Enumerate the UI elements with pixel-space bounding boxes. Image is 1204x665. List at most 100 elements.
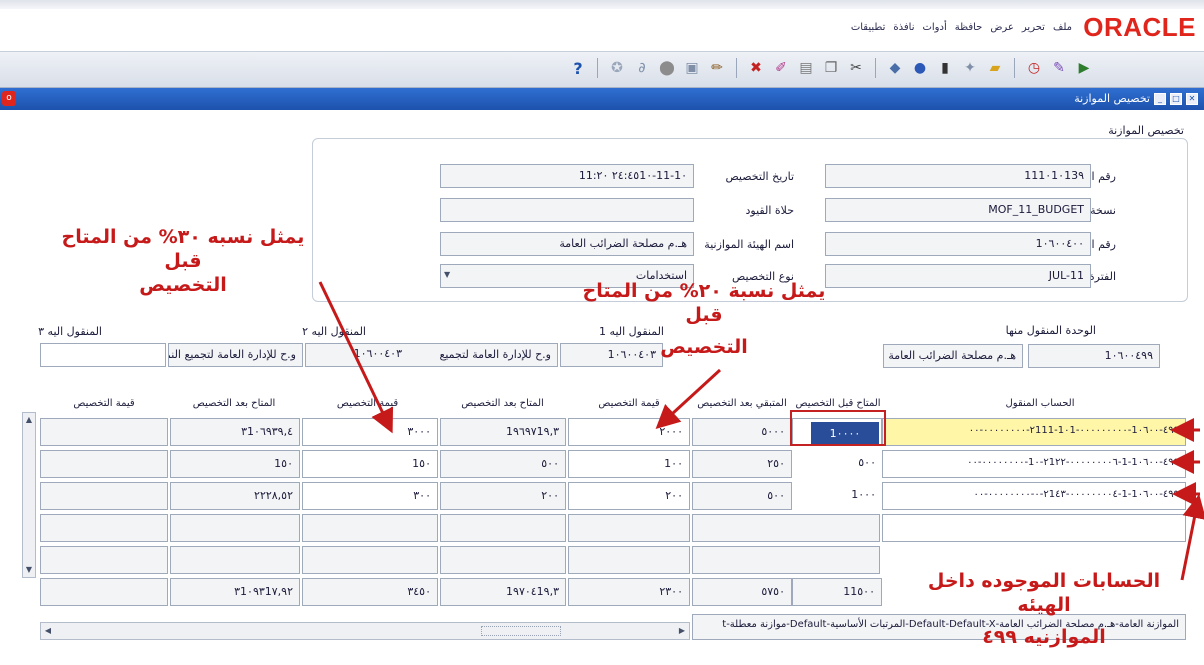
toolbar-separator xyxy=(736,58,737,78)
grid-cell-empty[interactable] xyxy=(302,546,438,574)
find-icon[interactable]: ✐ xyxy=(771,58,791,78)
top-strip xyxy=(0,0,1204,9)
save-icon[interactable]: ● xyxy=(910,58,930,78)
scroll-left-icon[interactable]: ◀ xyxy=(41,623,55,639)
grid-header-alloc1: قيمة التخصيص xyxy=(598,398,660,409)
grid-cell-remaining[interactable]: ٥٠٠ xyxy=(692,482,792,510)
menu-folder[interactable]: حافظة xyxy=(955,22,983,33)
cut-icon[interactable]: ✂ xyxy=(846,58,866,78)
scroll-right-icon[interactable]: ▶ xyxy=(675,623,689,639)
grid-cell-alloc2[interactable]: ٣٠٠٠ xyxy=(302,418,438,446)
grid-cell-empty[interactable] xyxy=(440,546,566,574)
from-unit-code-field[interactable]: 1٠٦٠٠٤٩٩ xyxy=(1028,344,1160,368)
menu-tools[interactable]: أدوات xyxy=(922,22,946,33)
menu-window[interactable]: نافذة xyxy=(893,22,914,33)
annotation-20-percent: يمثل نسبة ٢٠% من المتاح قبل التخصيص xyxy=(566,280,842,359)
grid-cell-empty[interactable] xyxy=(40,514,168,542)
grid-cell-avail-after2[interactable]: ٣1٠٦٩٣٩,٤ xyxy=(170,418,300,446)
grid-cell-avail-after1[interactable]: ٢٠٠ xyxy=(440,482,566,510)
print-icon[interactable]: ▮ xyxy=(935,58,955,78)
grid-cell-alloc2[interactable]: 1٥٠ xyxy=(302,450,438,478)
grid-cell-empty[interactable] xyxy=(170,546,300,574)
grid-cell-remaining[interactable]: ٥٠٠٠ xyxy=(692,418,792,446)
minimize-icon[interactable]: _ xyxy=(1154,92,1166,105)
grid-horizontal-scrollbar[interactable]: ◀ ▶ xyxy=(40,622,690,640)
alloc-number-field[interactable]: 111٠1٠13٩ xyxy=(825,164,1091,188)
grid-cell-alloc3[interactable] xyxy=(40,450,168,478)
folder-icon[interactable]: ▰ xyxy=(985,58,1005,78)
grid-cell-account[interactable]: ٤٩٩-1-1٠٦٠٠-٠٠٠٠٠٠٠٠٤-٢1٤٣-٠-٠٠٠٠٠٠٠٠-٠٠ xyxy=(882,482,1186,510)
help-icon[interactable]: ? xyxy=(568,58,588,78)
grid-cell-empty[interactable] xyxy=(40,546,168,574)
from-unit-name-field[interactable]: هـ.م مصلحة الضرائب العامة xyxy=(883,344,1023,368)
scroll-down-icon[interactable]: ▼ xyxy=(23,563,35,577)
new-icon[interactable]: ✎ xyxy=(1049,58,1069,78)
total-avail-before: 11٥٠٠ xyxy=(792,578,882,606)
oracle-logo: ORACLE xyxy=(1083,12,1196,42)
grid-cell-avail-after2[interactable]: 1٥٠ xyxy=(170,450,300,478)
grid-cell-account[interactable] xyxy=(882,514,1186,542)
close-icon[interactable]: ✕ xyxy=(1186,92,1198,105)
grid-cell-alloc2[interactable]: ٣٠٠ xyxy=(302,482,438,510)
grid-cell-avail-after2[interactable]: ٢٢٢٨,٥٢ xyxy=(170,482,300,510)
grid-cell-empty[interactable] xyxy=(170,514,300,542)
grid-cell-empty[interactable] xyxy=(692,546,880,574)
maximize-icon[interactable]: □ xyxy=(1170,92,1182,105)
grid-cell-alloc3[interactable] xyxy=(40,482,168,510)
scroll-up-icon[interactable]: ▲ xyxy=(23,413,35,427)
grid-header-avail-before: المتاح قبل التخصيص xyxy=(795,398,881,409)
to2-label: المنقول اليه ٢ xyxy=(302,325,366,338)
grid-cell-alloc1[interactable]: 1٠٠ xyxy=(568,450,690,478)
entity-name-field[interactable]: هـ.م مصلحة الضرائب العامة xyxy=(440,232,694,256)
copy-icon[interactable]: ❐ xyxy=(821,58,841,78)
to2-name-field[interactable]: و.ح للإدارة العامة لتجميع النما xyxy=(168,343,303,367)
grid-cell-avail-before[interactable]: 1٠٠٠ xyxy=(792,482,882,510)
grid-cell-avail-after1[interactable]: 1٩٦٩٧1٩,٣ xyxy=(440,418,566,446)
menu-view[interactable]: عرض xyxy=(990,22,1014,33)
grid-cell-empty[interactable] xyxy=(692,514,880,542)
zoom-icon[interactable]: ✪ xyxy=(607,58,627,78)
stop-icon[interactable]: ⬤ xyxy=(657,58,677,78)
chevron-down-icon[interactable]: ▼ xyxy=(444,270,450,279)
grid-cell-alloc1[interactable]: ٢٠٠٠ xyxy=(568,418,690,446)
clock-icon[interactable]: ◷ xyxy=(1024,58,1044,78)
to2-code-field[interactable]: 1٠٦٠٠٤٠٣ xyxy=(305,343,408,367)
annotation-20-line1: يمثل نسبة ٢٠% من المتاح قبل xyxy=(582,280,826,326)
grid-header-alloc2: قيمة التخصيص xyxy=(336,398,399,409)
grid-cell-avail-before[interactable]: ٥٠٠ xyxy=(792,450,882,478)
menu-apps[interactable]: تطبيقات xyxy=(851,22,886,33)
menu-edit[interactable]: تحرير xyxy=(1022,22,1045,33)
grid-cell-empty[interactable] xyxy=(568,546,690,574)
to3-code-field[interactable] xyxy=(40,343,166,367)
notes-field[interactable] xyxy=(440,198,694,222)
toolbar-separator xyxy=(597,58,598,78)
budget-version-field[interactable]: MOF_11_BUDGET xyxy=(825,198,1091,222)
delete-icon[interactable]: ✖ xyxy=(746,58,766,78)
window-title: تخصيص الموازنة xyxy=(1074,92,1150,105)
grid-cell-account[interactable]: ٤٩٩-1-1٠٦٠٠-٠٠٠٠٠٠٠٠٦-٢1٢٢-1٠-٠٠٠٠٠٠٠٠-٠… xyxy=(882,450,1186,478)
grid-cell-avail-after1[interactable]: ٥٠٠ xyxy=(440,450,566,478)
total-remaining: ٥٧٥٠ xyxy=(692,578,792,606)
total-avail-after2: ٣1٠٩٣1٧,٩٢ xyxy=(170,578,300,606)
alloc-date-field[interactable]: 11:٢٤:٤٥ ٢٠1٠-11-1٠ xyxy=(440,164,694,188)
grid-cell-empty[interactable] xyxy=(440,514,566,542)
grid-cell-alloc1[interactable]: ٢٠٠ xyxy=(568,482,690,510)
menu-file[interactable]: ملف xyxy=(1053,22,1072,33)
grid-cell-empty[interactable] xyxy=(302,514,438,542)
paste-icon[interactable]: ▤ xyxy=(796,58,816,78)
grid-cell-alloc3[interactable] xyxy=(40,418,168,446)
grid-cell-account[interactable]: ٤٩٩-1٠٦٠٠-٠٠٠٠٠٠٠٠٠-٢111-1٠1-٠٠٠٠٠٠٠٠-٠٠ xyxy=(882,418,1186,446)
grid-vertical-scrollbar[interactable]: ▲ ▼ xyxy=(22,412,36,578)
grid-cell-empty[interactable] xyxy=(568,514,690,542)
paperclip-icon[interactable]: ∂ xyxy=(632,58,652,78)
edit-icon[interactable]: ✏ xyxy=(707,58,727,78)
total-alloc2: ٣٤٥٠ xyxy=(302,578,438,606)
switch-icon[interactable]: ◆ xyxy=(885,58,905,78)
navigator-icon[interactable]: ✦ xyxy=(960,58,980,78)
period-field[interactable]: JUL-11 xyxy=(825,264,1091,288)
entity-number-field[interactable]: 1٠٦٠٠٤٠٠ xyxy=(825,232,1091,256)
attachments-icon[interactable]: ▣ xyxy=(682,58,702,78)
grid-cell-remaining[interactable]: ٢٥٠ xyxy=(692,450,792,478)
scroll-thumb[interactable] xyxy=(481,626,561,636)
open-icon[interactable]: ▶ xyxy=(1074,58,1094,78)
